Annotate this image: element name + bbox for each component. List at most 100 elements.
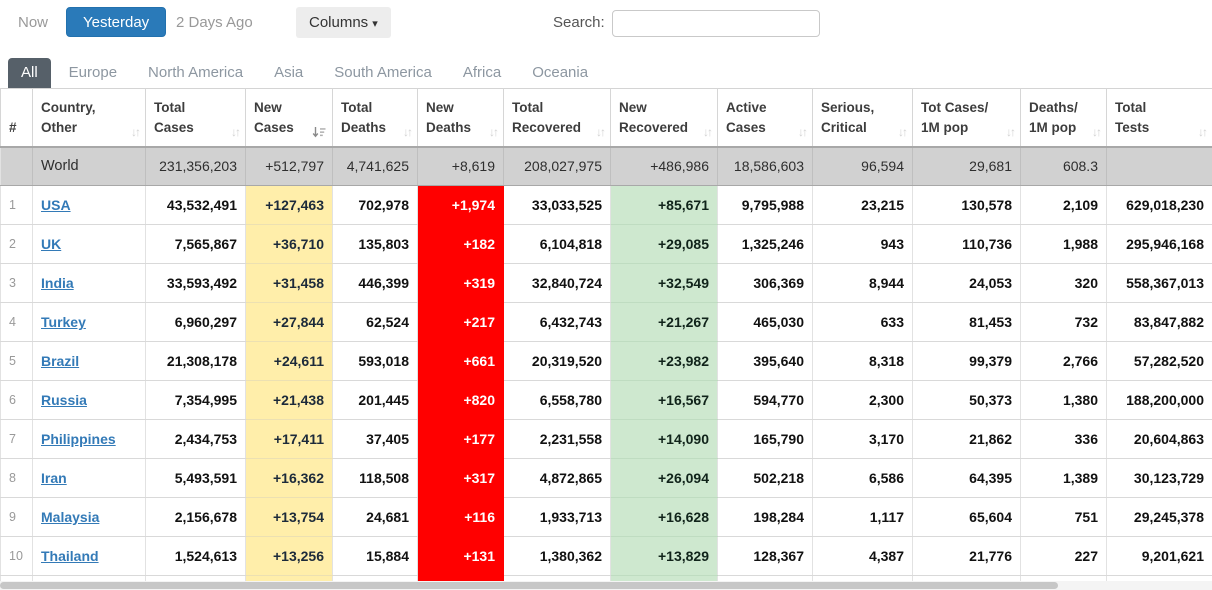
clipped-cell xyxy=(33,576,146,581)
new-cases-cell: +16,362 xyxy=(246,459,333,498)
tab-north-america[interactable]: North America xyxy=(135,58,256,88)
data-cell: 558,367,013 xyxy=(1107,264,1212,303)
data-cell: 1,988 xyxy=(1021,225,1107,264)
data-cell: 118,508 xyxy=(333,459,418,498)
data-cell: 227 xyxy=(1021,537,1107,576)
rank-cell: 6 xyxy=(1,381,33,420)
scrollbar-thumb[interactable] xyxy=(0,582,1058,589)
column-header-rank[interactable]: # xyxy=(1,89,33,147)
data-cell xyxy=(1107,147,1212,186)
country-link-india[interactable]: India xyxy=(41,275,74,291)
tab-asia[interactable]: Asia xyxy=(261,58,316,88)
column-header-new-deaths[interactable]: NewDeaths↓↑ xyxy=(418,89,504,147)
column-header-label: ActiveCases xyxy=(726,98,767,139)
data-cell: +8,619 xyxy=(418,147,504,186)
new-deaths-cell: +317 xyxy=(418,459,504,498)
clipped-cell xyxy=(611,576,718,581)
column-header-label: Serious,Critical xyxy=(821,98,874,139)
column-header-country-other[interactable]: Country,Other↓↑ xyxy=(33,89,146,147)
data-cell: 1,380 xyxy=(1021,381,1107,420)
column-header-serious-critical[interactable]: Serious,Critical ↓↑ xyxy=(813,89,913,147)
clipped-cell xyxy=(1021,576,1107,581)
data-cell: 1,933,713 xyxy=(504,498,611,537)
column-header-total-cases[interactable]: TotalCases↓↑ xyxy=(146,89,246,147)
clipped-cell xyxy=(1107,576,1212,581)
data-cell: 62,524 xyxy=(333,303,418,342)
clipped-cell xyxy=(504,576,611,581)
data-cell: 128,367 xyxy=(718,537,813,576)
country-cell: USA xyxy=(33,186,146,225)
data-cell: +486,986 xyxy=(611,147,718,186)
sort-icon: ↓↑ xyxy=(700,125,711,139)
data-cell: 231,356,203 xyxy=(146,147,246,186)
country-cell: Iran xyxy=(33,459,146,498)
new-cases-cell: +31,458 xyxy=(246,264,333,303)
country-link-russia[interactable]: Russia xyxy=(41,392,87,408)
data-cell: 32,840,724 xyxy=(504,264,611,303)
data-cell: 9,201,621 xyxy=(1107,537,1212,576)
data-cell: 594,770 xyxy=(718,381,813,420)
new-deaths-cell: +319 xyxy=(418,264,504,303)
region-tabs: AllEuropeNorth AmericaAsiaSouth AmericaA… xyxy=(0,58,1212,88)
data-cell: 3,170 xyxy=(813,420,913,459)
country-link-brazil[interactable]: Brazil xyxy=(41,353,79,369)
now-link[interactable]: Now xyxy=(18,14,48,31)
tab-all[interactable]: All xyxy=(8,58,51,88)
search-input[interactable] xyxy=(612,10,820,37)
column-header-total-recovered[interactable]: TotalRecovered↓↑ xyxy=(504,89,611,147)
yesterday-button[interactable]: Yesterday xyxy=(66,7,166,37)
tab-oceania[interactable]: Oceania xyxy=(519,58,601,88)
data-cell: 702,978 xyxy=(333,186,418,225)
columns-button[interactable]: Columns▾ xyxy=(296,7,391,38)
data-cell: 306,369 xyxy=(718,264,813,303)
country-link-usa[interactable]: USA xyxy=(41,197,71,213)
data-cell: 188,200,000 xyxy=(1107,381,1212,420)
clipped-cell xyxy=(418,576,504,581)
rank-cell: 2 xyxy=(1,225,33,264)
data-cell: 2,156,678 xyxy=(146,498,246,537)
data-cell: 6,104,818 xyxy=(504,225,611,264)
data-cell: 8,944 xyxy=(813,264,913,303)
country-cell: India xyxy=(33,264,146,303)
column-header-new-cases[interactable]: NewCases xyxy=(246,89,333,147)
country-link-thailand[interactable]: Thailand xyxy=(41,548,99,564)
data-cell: 99,379 xyxy=(913,342,1021,381)
data-cell: 201,445 xyxy=(333,381,418,420)
new-cases-cell: +13,256 xyxy=(246,537,333,576)
country-link-philippines[interactable]: Philippines xyxy=(41,431,116,447)
country-link-malaysia[interactable]: Malaysia xyxy=(41,509,99,525)
country-link-uk[interactable]: UK xyxy=(41,236,61,252)
covid-table: #Country,Other↓↑TotalCases↓↑NewCasesTota… xyxy=(0,88,1212,581)
country-link-iran[interactable]: Iran xyxy=(41,470,67,486)
tab-africa[interactable]: Africa xyxy=(450,58,514,88)
data-cell: 1,325,246 xyxy=(718,225,813,264)
sort-icon: ↓↑ xyxy=(895,125,906,139)
column-header-deaths-1m-pop[interactable]: Deaths/1M pop↓↑ xyxy=(1021,89,1107,147)
data-cell: 135,803 xyxy=(333,225,418,264)
data-cell: 7,354,995 xyxy=(146,381,246,420)
column-header-total-deaths[interactable]: TotalDeaths↓↑ xyxy=(333,89,418,147)
data-cell: 2,434,753 xyxy=(146,420,246,459)
column-header-tot-cases-1m-pop[interactable]: Tot Cases/1M pop↓↑ xyxy=(913,89,1021,147)
data-cell: 96,594 xyxy=(813,147,913,186)
new-recovered-cell: +26,094 xyxy=(611,459,718,498)
data-cell: 320 xyxy=(1021,264,1107,303)
column-header-new-recovered[interactable]: NewRecovered↓↑ xyxy=(611,89,718,147)
data-cell: 1,389 xyxy=(1021,459,1107,498)
column-header-active-cases[interactable]: ActiveCases↓↑ xyxy=(718,89,813,147)
table-row: 1USA43,532,491+127,463702,978+1,97433,03… xyxy=(1,186,1212,225)
two-days-ago-link[interactable]: 2 Days Ago xyxy=(176,14,253,31)
data-cell: 446,399 xyxy=(333,264,418,303)
sort-icon: ↓↑ xyxy=(486,125,497,139)
new-recovered-cell: +29,085 xyxy=(611,225,718,264)
country-cell: Malaysia xyxy=(33,498,146,537)
new-recovered-cell: +21,267 xyxy=(611,303,718,342)
tab-south-america[interactable]: South America xyxy=(321,58,445,88)
country-link-turkey[interactable]: Turkey xyxy=(41,314,86,330)
horizontal-scrollbar[interactable] xyxy=(0,581,1212,590)
tab-europe[interactable]: Europe xyxy=(56,58,130,88)
rank-cell: 8 xyxy=(1,459,33,498)
column-header-total-tests[interactable]: TotalTests↓↑ xyxy=(1107,89,1212,147)
data-cell: 5,493,591 xyxy=(146,459,246,498)
data-cell: 502,218 xyxy=(718,459,813,498)
